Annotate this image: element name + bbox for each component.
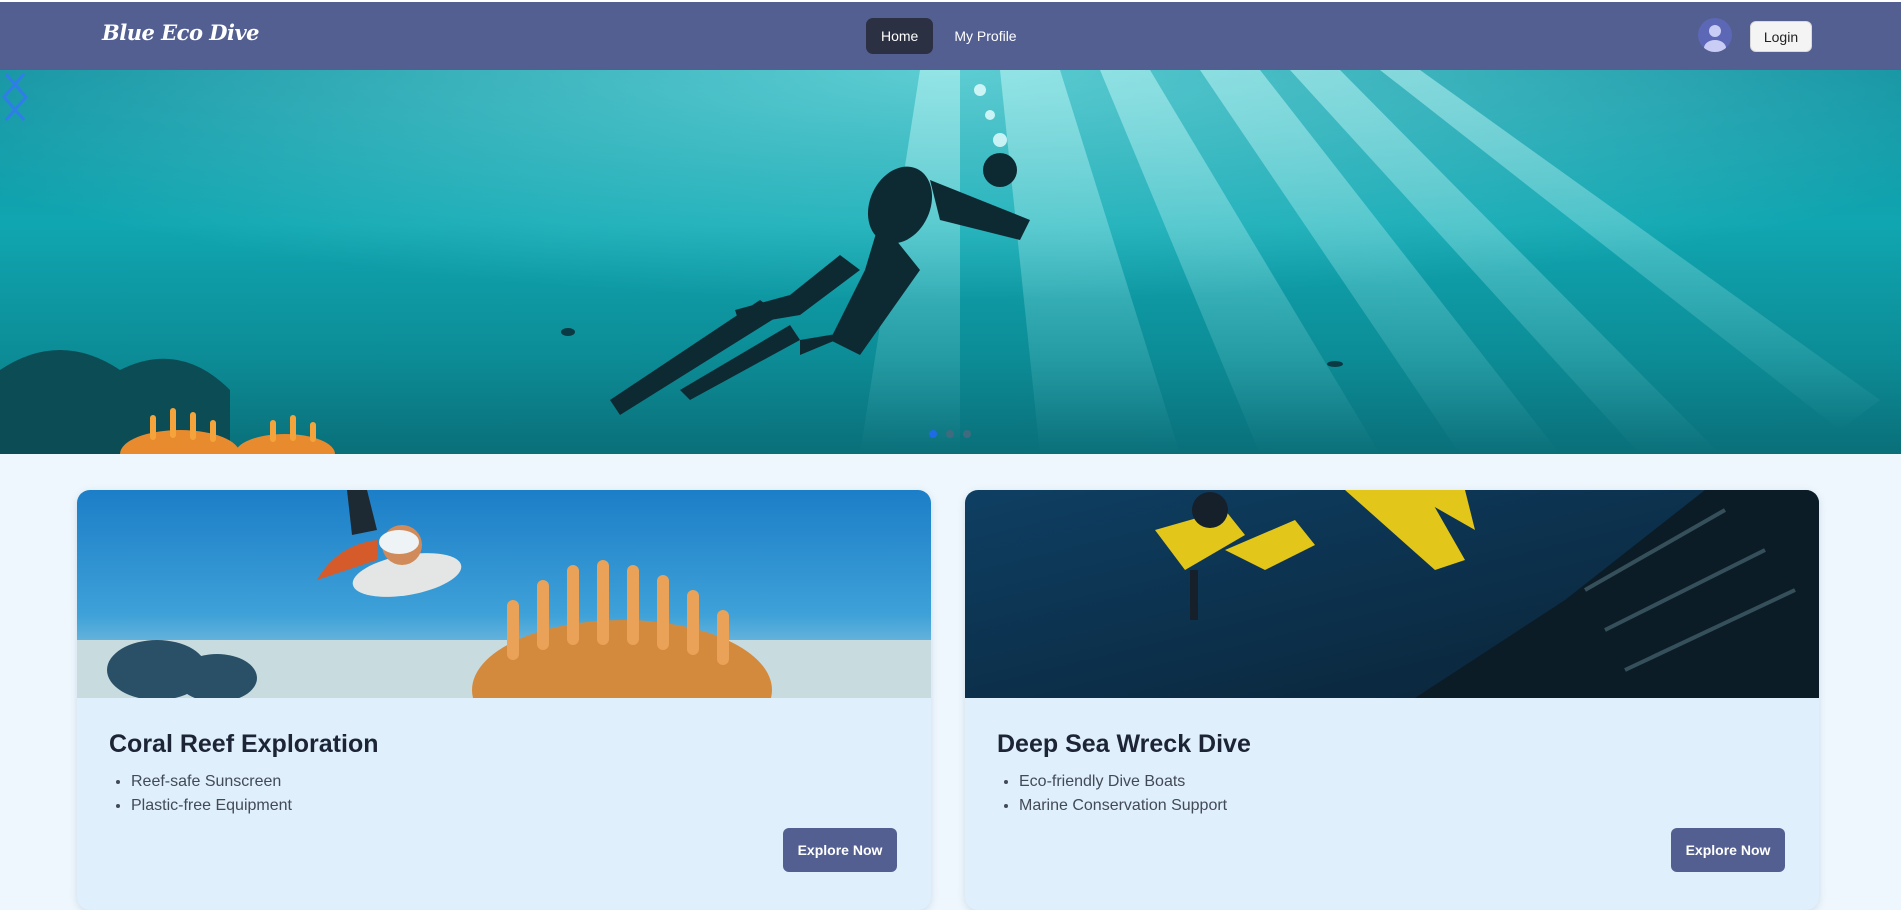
explore-now-button[interactable]: Explore Now [1671, 828, 1785, 872]
main-nav: Home My Profile [866, 18, 1032, 54]
carousel-indicators [929, 430, 971, 438]
card-coral-reef-image [77, 490, 931, 698]
hero-diver-image [0, 70, 1901, 454]
carousel-dot-2[interactable] [946, 430, 954, 438]
card-title: Coral Reef Exploration [109, 730, 379, 758]
feature-item: Marine Conservation Support [1019, 794, 1227, 818]
nav-home-link[interactable]: Home [866, 18, 934, 54]
feature-item: Plastic-free Equipment [131, 794, 292, 818]
login-button[interactable]: Login [1750, 21, 1812, 52]
feature-list: Reef-safe Sunscreen Plastic-free Equipme… [109, 770, 292, 818]
card-deep-sea-wreck-image [965, 490, 1819, 698]
carousel-dot-1[interactable] [929, 430, 937, 438]
card-deep-sea-wreck: Deep Sea Wreck Dive Eco-friendly Dive Bo… [965, 490, 1819, 910]
hero-carousel [0, 70, 1901, 454]
carousel-dot-3[interactable] [963, 430, 971, 438]
user-avatar-icon[interactable] [1698, 18, 1732, 52]
feature-item: Reef-safe Sunscreen [131, 770, 292, 794]
brand-logo[interactable]: Blue Eco Dive [102, 20, 260, 45]
feature-item: Eco-friendly Dive Boats [1019, 770, 1227, 794]
nav-my-profile-link[interactable]: My Profile [939, 18, 1031, 54]
navbar: Blue Eco Dive Home My Profile Login [0, 2, 1901, 70]
card-title: Deep Sea Wreck Dive [997, 730, 1251, 758]
card-coral-reef: Coral Reef Exploration Reef-safe Sunscre… [77, 490, 931, 910]
explore-now-button[interactable]: Explore Now [783, 828, 897, 872]
feature-list: Eco-friendly Dive Boats Marine Conservat… [997, 770, 1227, 818]
chevron-right-icon[interactable] [0, 70, 30, 124]
